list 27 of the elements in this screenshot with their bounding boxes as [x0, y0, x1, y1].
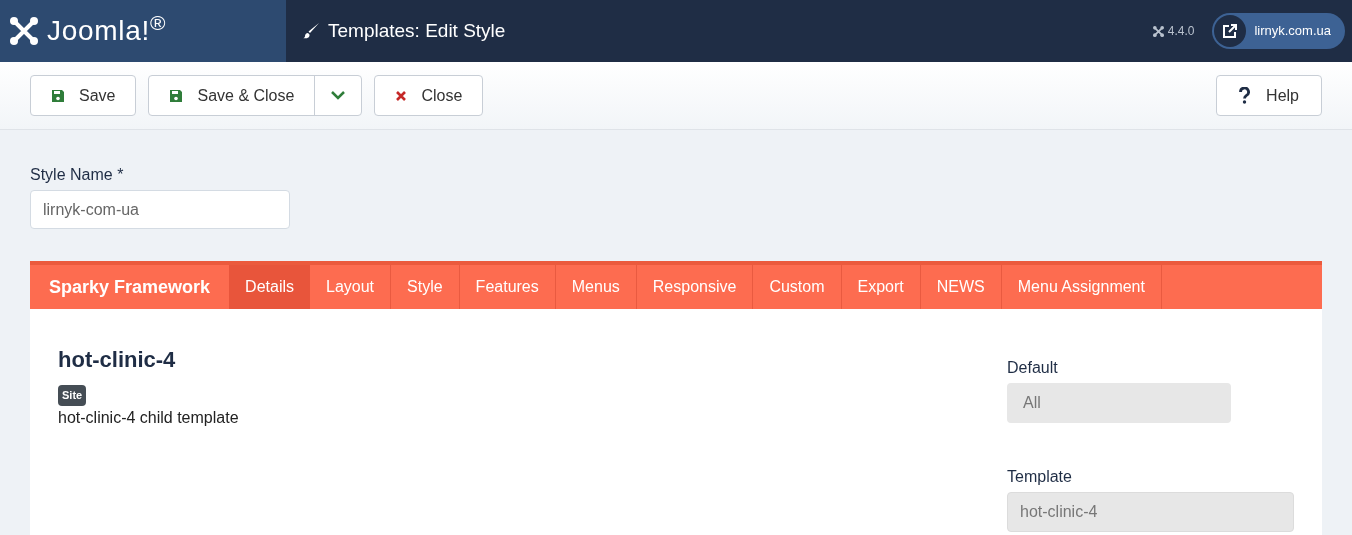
framework-title: Sparky Framework: [48, 275, 212, 299]
style-name-field[interactable]: lirnyk-com-ua: [30, 190, 290, 229]
chevron-down-icon: [331, 91, 346, 100]
field-label: Style Name *: [30, 165, 125, 185]
site-badge: Site: [58, 385, 87, 406]
save-button[interactable]: Save: [30, 75, 137, 116]
close-icon: [395, 89, 408, 102]
save-icon: [51, 88, 65, 103]
joomla-logo-icon: [9, 16, 39, 46]
default-select[interactable]: All: [1007, 383, 1231, 423]
version-label: 4.4.0: [1167, 23, 1195, 40]
template-field[interactable]: hot-clinic-4: [1007, 492, 1294, 532]
logo-wordmark: Joomla!$^{®}$: [47, 10, 167, 48]
help-button[interactable]: Help: [1216, 75, 1322, 116]
tab[interactable]: Details: [229, 265, 310, 309]
brush-icon: [302, 22, 320, 40]
site-link[interactable]: lirnyk.com.ua: [1212, 13, 1345, 49]
joomla-small-icon: [1152, 25, 1164, 37]
page-title: Templates: Edit Style: [328, 18, 506, 43]
template-title: hot-clinic-4: [58, 346, 176, 374]
save-icon: [169, 88, 184, 103]
template-description: hot-clinic-4 child template: [58, 407, 239, 428]
field-label: Template: [1007, 467, 1073, 487]
close-button[interactable]: Close: [374, 75, 484, 116]
external-link-icon: [1214, 15, 1247, 47]
help-icon: [1239, 87, 1251, 104]
field-label: Default: [1007, 358, 1059, 378]
